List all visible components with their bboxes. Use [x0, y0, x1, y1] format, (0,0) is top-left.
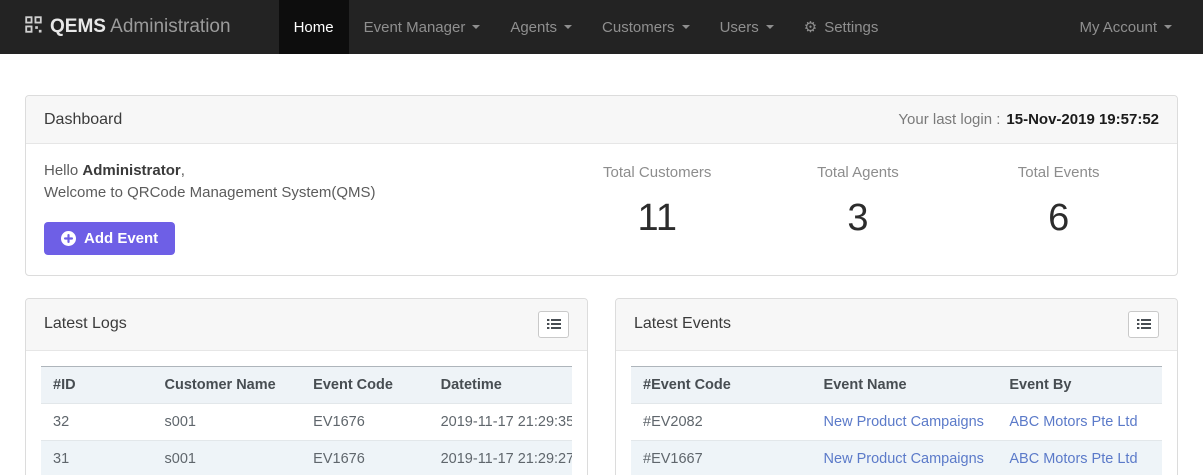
nav-item-customers[interactable]: Customers — [587, 0, 705, 54]
stats-row: Total Customers 11 Total Agents 3 Total … — [557, 160, 1159, 255]
dashboard-panel-heading: Dashboard Your last login : 15-Nov-2019 … — [26, 96, 1177, 144]
event-code-cell: #EV2082 — [631, 402, 812, 440]
event-code-cell: EV1676 — [301, 439, 429, 475]
greeting-line: Hello Administrator, — [44, 160, 557, 182]
nav-item-label: Users — [719, 18, 759, 36]
nav-item-label: Event Manager — [363, 18, 466, 36]
logs-list-button[interactable] — [538, 310, 569, 338]
add-event-label: Add Event — [84, 229, 159, 247]
event-name-link[interactable]: New Product Campaigns — [824, 451, 984, 467]
table-row: #EV2082 New Product Campaigns ABC Motors… — [631, 402, 1162, 440]
nav-item-label: Settings — [824, 18, 879, 36]
latest-events-table: #Event Code Event Name Event By #EV2082 … — [631, 365, 1162, 475]
log-id-cell: 31 — [41, 439, 153, 475]
event-by-cell: ABC Motors Pte Ltd — [997, 439, 1162, 475]
my-account-menu[interactable]: My Account — [1064, 0, 1187, 54]
nav-item-home[interactable]: Home — [278, 0, 349, 54]
last-login: Your last login : 15-Nov-2019 19:57:52 — [898, 111, 1159, 128]
nav-item-label: Customers — [602, 18, 675, 36]
stat-total-agents: Total Agents 3 — [758, 160, 959, 255]
gear-icon: ⚙ — [803, 17, 818, 36]
stat-total-events: Total Events 6 — [958, 160, 1159, 255]
add-event-button[interactable]: Add Event — [44, 221, 176, 255]
event-name-cell: New Product Campaigns — [811, 439, 998, 475]
brand-name: QEMS Administration — [50, 16, 231, 38]
dashboard-panel: Dashboard Your last login : 15-Nov-2019 … — [25, 95, 1178, 276]
event-name-cell: New Product Campaigns — [811, 402, 998, 440]
latest-events-panel: Latest Events #Event Code Event Name Eve… — [615, 297, 1178, 475]
list-icon — [546, 318, 561, 330]
event-by-cell: ABC Motors Pte Ltd — [997, 402, 1162, 440]
nav-item-label: Home — [293, 18, 334, 36]
column-header-event-code: #Event Code — [631, 366, 812, 403]
event-code-cell: EV1676 — [301, 402, 429, 440]
top-navbar: QEMS Administration Home Event Manager A… — [0, 0, 1203, 54]
nav-item-event-manager[interactable]: Event Manager — [349, 0, 496, 54]
latest-logs-heading: Latest Logs — [26, 298, 587, 351]
stat-value: 11 — [637, 197, 677, 239]
latest-events-title: Latest Events — [634, 315, 731, 332]
nav-item-settings[interactable]: ⚙ Settings — [789, 0, 894, 54]
chevron-down-icon — [1164, 25, 1172, 33]
nav-menu: Home Event Manager Agents Customers User… — [278, 0, 894, 54]
column-header-id: #ID — [41, 366, 153, 403]
column-header-event-code: Event Code — [301, 366, 429, 403]
stat-total-customers: Total Customers 11 — [557, 160, 758, 255]
nav-item-agents[interactable]: Agents — [495, 0, 587, 54]
brand[interactable]: QEMS Administration — [0, 0, 231, 54]
event-by-link[interactable]: ABC Motors Pte Ltd — [1009, 414, 1137, 430]
stat-label: Total Agents — [817, 164, 899, 181]
log-id-cell: 32 — [41, 402, 153, 440]
table-row: 32 s001 EV1676 2019-11-17 21:29:35 — [41, 402, 572, 440]
column-header-customer-name: Customer Name — [152, 366, 302, 403]
event-name-link[interactable]: New Product Campaigns — [824, 414, 984, 430]
nav-item-users[interactable]: Users — [705, 0, 789, 54]
nav-item-label: Agents — [510, 18, 558, 36]
latest-logs-table: #ID Customer Name Event Code Datetime 32… — [41, 365, 572, 475]
stat-value: 3 — [847, 197, 869, 239]
last-login-label: Your last login : — [898, 111, 1001, 128]
table-header-row: #Event Code Event Name Event By — [631, 366, 1162, 403]
column-header-datetime: Datetime — [428, 366, 572, 403]
column-header-event-name: Event Name — [811, 366, 998, 403]
table-row: #EV1667 New Product Campaigns ABC Motors… — [631, 439, 1162, 475]
customer-name-cell: s001 — [152, 439, 302, 475]
events-list-button[interactable] — [1128, 310, 1159, 338]
latest-logs-panel: Latest Logs #ID Customer Name Event Code… — [25, 297, 588, 475]
greeting-block: Hello Administrator, Welcome to QRCode M… — [44, 160, 557, 255]
qr-code-icon — [25, 16, 42, 38]
event-code-cell: #EV1667 — [631, 439, 812, 475]
table-header-row: #ID Customer Name Event Code Datetime — [41, 366, 572, 403]
event-by-link[interactable]: ABC Motors Pte Ltd — [1009, 451, 1137, 467]
greeting-suffix: , — [180, 162, 185, 179]
greeting-username: Administrator — [82, 162, 181, 179]
plus-circle-icon — [61, 230, 76, 246]
my-account-label: My Account — [1079, 18, 1157, 36]
stat-label: Total Events — [1017, 164, 1100, 181]
list-icon — [1136, 318, 1151, 330]
latest-events-heading: Latest Events — [616, 298, 1177, 351]
brand-rest: Administration — [105, 16, 231, 37]
last-login-value: 15-Nov-2019 19:57:52 — [1006, 111, 1159, 128]
stat-label: Total Customers — [603, 164, 712, 181]
stat-value: 6 — [1048, 197, 1070, 239]
datetime-cell: 2019-11-17 21:29:35 — [428, 402, 572, 440]
greeting-prefix: Hello — [44, 162, 79, 179]
chevron-down-icon — [564, 25, 573, 33]
chevron-down-icon — [765, 25, 774, 33]
welcome-line: Welcome to QRCode Management System(QMS) — [44, 183, 376, 201]
chevron-down-icon — [472, 25, 481, 33]
chevron-down-icon — [681, 25, 690, 33]
column-header-event-by: Event By — [997, 366, 1162, 403]
latest-logs-title: Latest Logs — [44, 315, 127, 332]
brand-bold: QEMS — [50, 16, 106, 37]
customer-name-cell: s001 — [152, 402, 302, 440]
datetime-cell: 2019-11-17 21:29:27 — [428, 439, 572, 475]
page-title: Dashboard — [44, 110, 123, 128]
table-row: 31 s001 EV1676 2019-11-17 21:29:27 — [41, 439, 572, 475]
